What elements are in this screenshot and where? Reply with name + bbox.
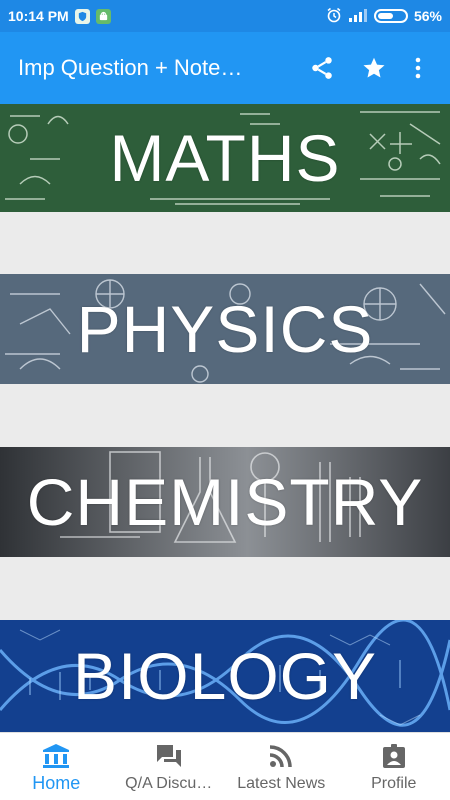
status-time: 10:14 PM xyxy=(8,8,69,24)
subject-label: BIOLOGY xyxy=(72,639,378,713)
battery-percent: 56% xyxy=(413,8,442,24)
battery-icon xyxy=(373,9,408,23)
profile-badge-icon xyxy=(382,744,405,768)
status-bar: 10:14 PM 56% xyxy=(0,0,450,32)
share-button[interactable] xyxy=(296,44,348,92)
app-bar: Imp Question + Note… xyxy=(0,32,450,104)
nav-latest-news[interactable]: Latest News xyxy=(225,733,338,800)
subject-label: CHEMISTRY xyxy=(26,465,424,539)
nav-qa-discussion[interactable]: Q/A Discu… xyxy=(113,733,226,800)
nav-label: Profile xyxy=(371,775,417,792)
alarm-clock-icon xyxy=(326,7,342,26)
subject-card-physics[interactable]: PHYSICS xyxy=(0,274,450,384)
rss-feed-icon xyxy=(270,745,292,768)
subject-card-chemistry[interactable]: CHEMISTRY xyxy=(0,447,450,557)
subject-card-maths[interactable]: MATHS xyxy=(0,104,450,212)
bank-icon xyxy=(43,744,70,768)
more-vert-icon xyxy=(415,57,421,79)
subject-card-biology[interactable]: BIOLOGY xyxy=(0,620,450,732)
android-notification-icon xyxy=(95,8,111,24)
subject-label: PHYSICS xyxy=(76,292,374,366)
nav-profile[interactable]: Profile xyxy=(338,733,450,800)
nav-home[interactable]: Home xyxy=(0,733,113,800)
app-title: Imp Question + Note… xyxy=(18,55,243,80)
shield-notification-icon xyxy=(74,8,90,24)
bottom-navigation: Home Q/A Discu… Latest News Profile xyxy=(0,732,450,800)
star-icon xyxy=(363,57,385,78)
favorite-button[interactable] xyxy=(348,44,400,92)
nav-label: Home xyxy=(32,773,81,793)
signal-icon xyxy=(348,8,368,25)
share-icon xyxy=(312,57,332,79)
nav-label: Q/A Discu… xyxy=(125,775,213,792)
forum-icon xyxy=(156,745,181,767)
subject-label: MATHS xyxy=(109,121,341,195)
overflow-menu-button[interactable] xyxy=(400,44,436,92)
nav-label: Latest News xyxy=(237,775,326,792)
